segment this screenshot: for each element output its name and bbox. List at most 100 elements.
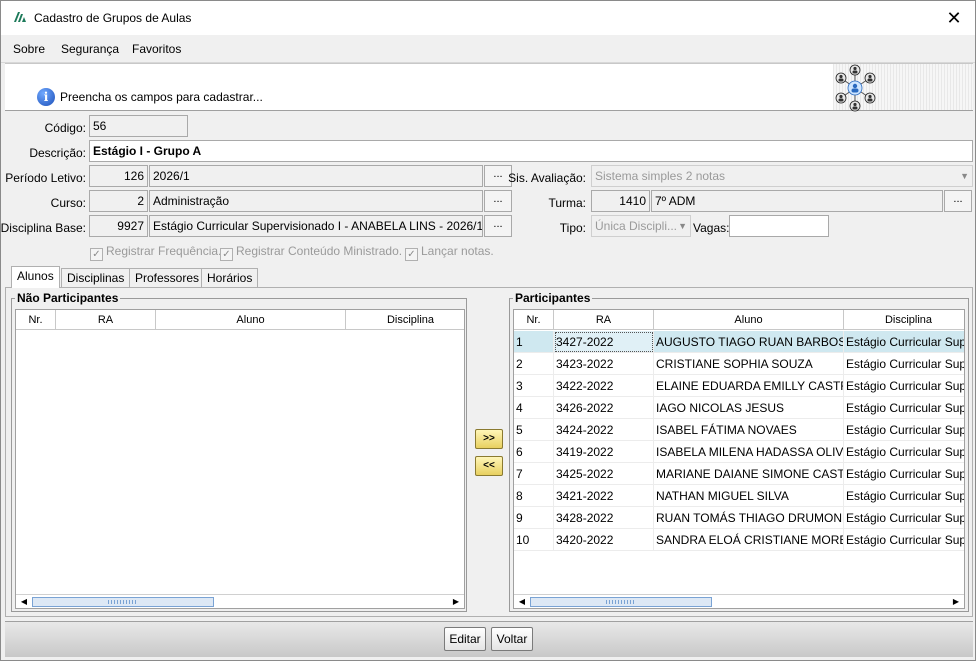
row-aluno[interactable]: ELAINE EDUARDA EMILLY CASTRO	[654, 375, 844, 397]
row-disciplina[interactable]: Estágio Curricular Sup	[844, 419, 964, 441]
row-nr[interactable]: 9	[514, 507, 554, 529]
back-button[interactable]: Voltar	[491, 627, 533, 651]
tab-professores[interactable]: Professores	[129, 268, 206, 287]
tipo-select[interactable]: Única Discipli... ▼	[591, 215, 691, 237]
table-row[interactable]: 8 3421-2022 NATHAN MIGUEL SILVA Estágio Cur…	[514, 485, 964, 507]
chk-frequencia-label: Registrar Frequência.	[106, 244, 222, 258]
table-row[interactable]: 9 3428-2022 RUAN TOMÁS THIAGO DRUMOND Estág…	[514, 507, 964, 529]
row-aluno[interactable]: CRISTIANE SOPHIA SOUZA	[654, 353, 844, 375]
codigo-field[interactable]: 56	[89, 115, 188, 137]
scroll-left-icon[interactable]: ◀	[18, 596, 30, 608]
col-aluno[interactable]: Aluno	[156, 310, 346, 330]
row-disciplina[interactable]: Estágio Curricular Sup	[844, 375, 964, 397]
turma-search-button[interactable]: ...	[944, 190, 972, 212]
menu-sobre[interactable]: Sobre	[13, 42, 45, 56]
row-disciplina[interactable]: Estágio Curricular Sup	[844, 485, 964, 507]
table-row[interactable]: 3 3422-2022 ELAINE EDUARDA EMILLY CASTRO Es…	[514, 375, 964, 397]
turma-label: Turma:	[548, 196, 586, 210]
col-nr[interactable]: Nr.	[16, 310, 56, 330]
non-participants-hscroll[interactable]: ◀ ▶	[16, 594, 464, 608]
close-icon[interactable]: ✕	[941, 5, 967, 31]
table-row[interactable]: 6 3419-2022 ISABELA MILENA HADASSA OLIV...…	[514, 441, 964, 463]
sis-avaliacao-select[interactable]: Sistema simples 2 notas ▼	[591, 165, 973, 187]
table-row[interactable]: 10 3420-2022 SANDRA ELOÁ CRISTIANE MOREI..…	[514, 529, 964, 551]
scroll-thumb[interactable]	[32, 597, 214, 607]
tab-disciplinas[interactable]: Disciplinas	[61, 268, 131, 287]
vagas-field[interactable]	[729, 215, 829, 237]
turma-code-field[interactable]: 1410	[591, 190, 650, 212]
col-aluno[interactable]: Aluno	[654, 310, 844, 330]
row-nr[interactable]: 8	[514, 485, 554, 507]
app-logo-icon	[14, 12, 26, 22]
chk-registrar-frequencia[interactable]: ✓ Registrar Frequência.	[90, 244, 221, 261]
tab-horarios[interactable]: Horários	[201, 268, 259, 287]
row-nr[interactable]: 7	[514, 463, 554, 485]
row-disciplina[interactable]: Estágio Curricular Sup	[844, 507, 964, 529]
row-ra[interactable]: 3421-2022	[554, 485, 654, 507]
row-disciplina[interactable]: Estágio Curricular Sup	[844, 529, 964, 551]
curso-search-button[interactable]: ...	[484, 190, 512, 212]
scroll-right-icon[interactable]: ▶	[450, 596, 462, 608]
periodo-code-field[interactable]: 126	[89, 165, 148, 187]
table-row[interactable]: 1 3427-2022 AUGUSTO TIAGO RUAN BARBOSA Está…	[514, 331, 964, 353]
non-participants-grid[interactable]: Nr. RA Aluno Disciplina ◀ ▶	[15, 309, 465, 609]
row-nr[interactable]: 4	[514, 397, 554, 419]
row-ra[interactable]: 3422-2022	[554, 375, 654, 397]
tipo-label: Tipo:	[559, 221, 586, 235]
remove-participant-button[interactable]: <<	[475, 456, 503, 476]
col-disciplina[interactable]: Disciplina	[844, 310, 964, 330]
row-nr[interactable]: 10	[514, 529, 554, 551]
col-nr[interactable]: Nr.	[514, 310, 554, 330]
col-ra[interactable]: RA	[554, 310, 654, 330]
row-aluno[interactable]: MARIANE DAIANE SIMONE CAST...	[654, 463, 844, 485]
row-nr[interactable]: 1	[514, 331, 554, 353]
row-disciplina[interactable]: Estágio Curricular Sup	[844, 331, 964, 353]
table-row[interactable]: 2 3423-2022 CRISTIANE SOPHIA SOUZA Estágio …	[514, 353, 964, 375]
col-disciplina[interactable]: Disciplina	[346, 310, 464, 330]
col-ra[interactable]: RA	[56, 310, 156, 330]
row-aluno[interactable]: RUAN TOMÁS THIAGO DRUMOND	[654, 507, 844, 529]
row-nr[interactable]: 2	[514, 353, 554, 375]
row-ra[interactable]: 3426-2022	[554, 397, 654, 419]
participants-grid[interactable]: Nr. RA Aluno Disciplina 1 3427-2022 AUGUST…	[513, 309, 965, 609]
scroll-thumb[interactable]	[530, 597, 712, 607]
participants-hscroll[interactable]: ◀ ▶	[514, 594, 964, 608]
row-aluno[interactable]: ISABEL FÁTIMA NOVAES	[654, 419, 844, 441]
row-nr[interactable]: 5	[514, 419, 554, 441]
row-disciplina[interactable]: Estágio Curricular Sup	[844, 441, 964, 463]
descricao-field[interactable]: Estágio I - Grupo A	[89, 140, 973, 162]
row-disciplina[interactable]: Estágio Curricular Sup	[844, 353, 964, 375]
table-row[interactable]: 4 3426-2022 IAGO NICOLAS JESUS Estágio Curr…	[514, 397, 964, 419]
banner-message: Preencha os campos para cadastrar...	[60, 90, 263, 104]
row-nr[interactable]: 6	[514, 441, 554, 463]
tab-alunos[interactable]: Alunos	[11, 266, 60, 288]
chk-registrar-conteudo[interactable]: ✓ Registrar Conteúdo Ministrado.	[220, 244, 402, 261]
curso-code-field[interactable]: 2	[89, 190, 148, 212]
menu-seguranca[interactable]: Segurança	[61, 42, 119, 56]
row-nr[interactable]: 3	[514, 375, 554, 397]
table-row[interactable]: 7 3425-2022 MARIANE DAIANE SIMONE CAST... E…	[514, 463, 964, 485]
row-disciplina[interactable]: Estágio Curricular Sup	[844, 397, 964, 419]
row-aluno[interactable]: IAGO NICOLAS JESUS	[654, 397, 844, 419]
chk-lancar-notas[interactable]: ✓ Lançar notas.	[405, 244, 494, 261]
edit-button[interactable]: Editar	[444, 627, 486, 651]
row-aluno[interactable]: SANDRA ELOÁ CRISTIANE MOREI...	[654, 529, 844, 551]
row-ra[interactable]: 3420-2022	[554, 529, 654, 551]
row-ra[interactable]: 3428-2022	[554, 507, 654, 529]
scroll-left-icon[interactable]: ◀	[516, 596, 528, 608]
table-row[interactable]: 5 3424-2022 ISABEL FÁTIMA NOVAES Estágio Cu…	[514, 419, 964, 441]
add-participant-button[interactable]: >>	[475, 429, 503, 449]
row-disciplina[interactable]: Estágio Curricular Sup	[844, 463, 964, 485]
row-ra[interactable]: 3425-2022	[554, 463, 654, 485]
scroll-right-icon[interactable]: ▶	[950, 596, 962, 608]
row-ra[interactable]: 3423-2022	[554, 353, 654, 375]
disciplina-search-button[interactable]: ...	[484, 215, 512, 237]
row-aluno[interactable]: NATHAN MIGUEL SILVA	[654, 485, 844, 507]
row-aluno[interactable]: AUGUSTO TIAGO RUAN BARBOSA	[654, 331, 844, 353]
row-ra[interactable]: 3427-2022	[554, 331, 654, 353]
disciplina-code-field[interactable]: 9927	[89, 215, 148, 237]
row-ra[interactable]: 3424-2022	[554, 419, 654, 441]
row-aluno[interactable]: ISABELA MILENA HADASSA OLIV...	[654, 441, 844, 463]
row-ra[interactable]: 3419-2022	[554, 441, 654, 463]
menu-favoritos[interactable]: Favoritos	[132, 42, 181, 56]
